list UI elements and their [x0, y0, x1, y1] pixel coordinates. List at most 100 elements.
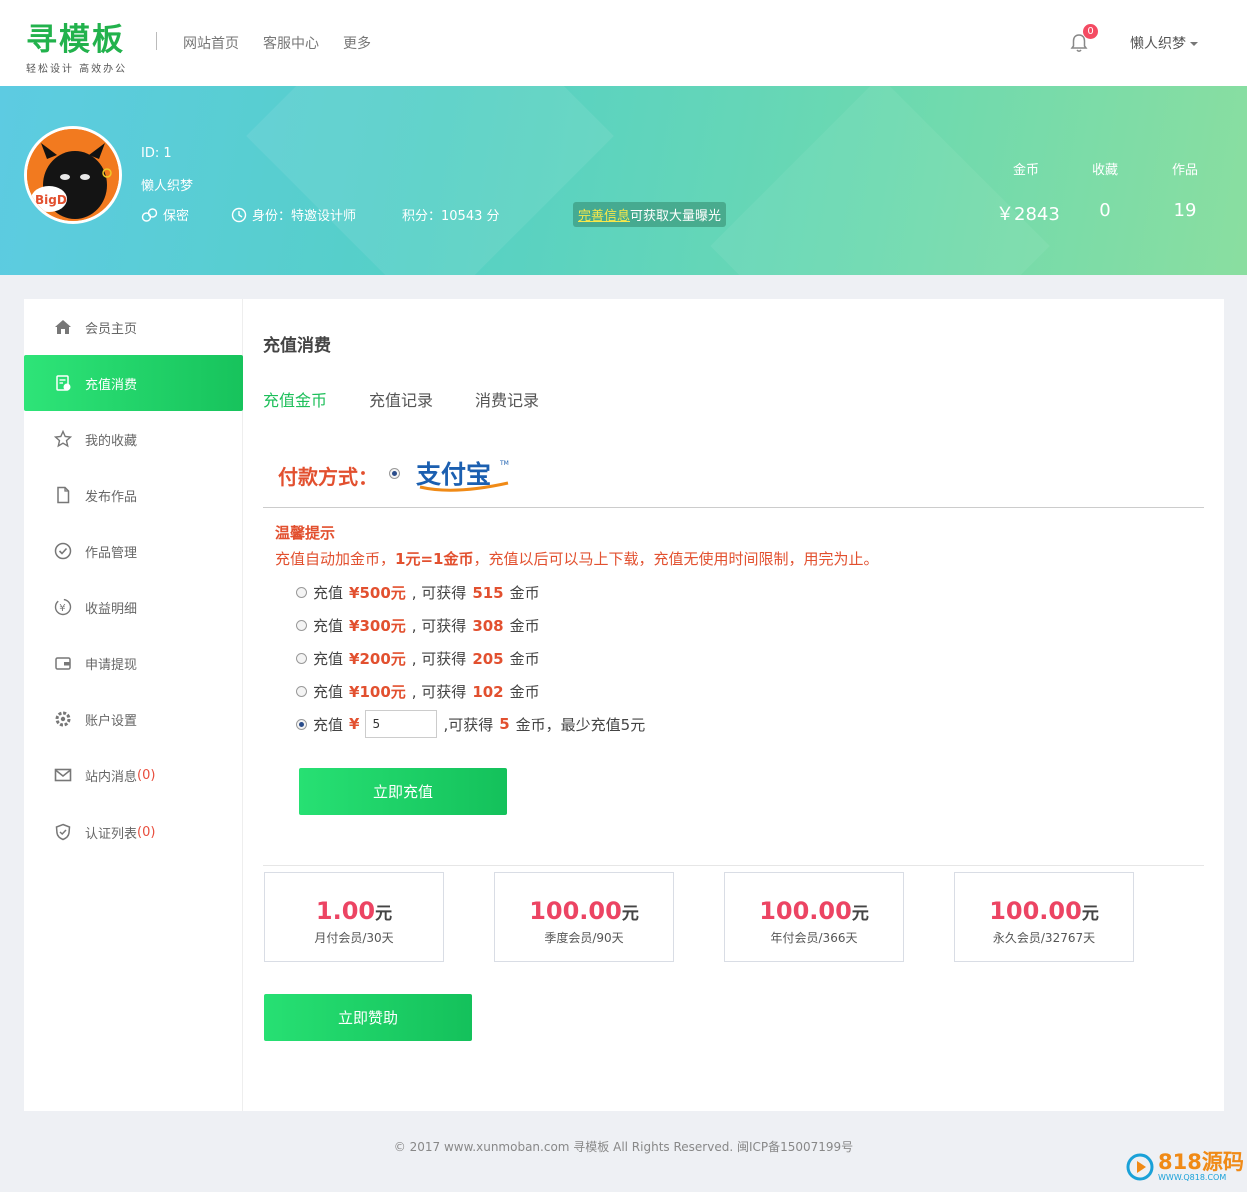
home-icon [54, 318, 72, 336]
alipay-radio[interactable] [389, 468, 400, 479]
option-prefix: 充值 [313, 650, 344, 668]
sidebar-item-settings[interactable]: 账户设置 [24, 691, 243, 747]
user-menu[interactable]: 懒人织梦 [1130, 33, 1198, 53]
points-value: 积分：10543 分 [402, 209, 500, 224]
avatar[interactable]: BigD [24, 126, 122, 224]
sidebar-item-home[interactable]: 会员主页 [24, 299, 243, 355]
plan-card-lifetime[interactable]: 100.00元 永久会员/32767天 [954, 872, 1134, 962]
plan-card-quarterly[interactable]: 100.00元 季度会员/90天 [494, 872, 674, 962]
profile-name: 懒人织梦 [141, 179, 194, 194]
option-radio[interactable] [296, 686, 307, 697]
user-name: 懒人织梦 [1130, 36, 1186, 52]
sidebar-item-label: 认证列表 [85, 826, 138, 842]
check-circle-icon [54, 542, 72, 560]
bill-icon [54, 374, 72, 392]
option-coins: 515 [472, 583, 504, 602]
logo-divider [156, 32, 157, 50]
user-id: ID: 1 [141, 146, 172, 161]
sidebar-item-income[interactable]: ¥ 收益明细 [24, 579, 243, 635]
tab-recharge-records[interactable]: 充值记录 [369, 387, 433, 411]
main-panel: 会员主页 充值消费 我的收藏 发布作品 作品管理 ¥ 收益明细 申请提现 账户设… [24, 299, 1224, 1111]
tip-title: 温馨提示 [275, 524, 336, 542]
sponsor-button[interactable]: 立即赞助 [264, 994, 472, 1041]
svg-text:TM: TM [499, 460, 509, 467]
identity-field: 身份：特邀设计师 [231, 205, 356, 224]
certification-count: (0) [137, 824, 156, 840]
message-count: (0) [137, 767, 156, 783]
caret-down-icon [1190, 42, 1198, 46]
sidebar-item-certification[interactable]: 认证列表 (0) [24, 804, 243, 860]
star-icon [54, 430, 72, 448]
plan-card-yearly[interactable]: 100.00元 年付会员/366天 [724, 872, 904, 962]
sidebar-item-label: 我的收藏 [85, 433, 138, 449]
nav-service[interactable]: 客服中心 [263, 33, 319, 53]
sidebar-item-label: 会员主页 [85, 321, 138, 337]
option-coins: 308 [472, 616, 504, 635]
option-unit: 金币 [509, 650, 540, 668]
payment-method-label: 付款方式： [278, 465, 378, 489]
recharge-option-500[interactable]: 充值 ¥500元 , 可获得 515 金币 [296, 582, 540, 603]
notification-badge: 0 [1083, 24, 1098, 39]
recharge-option-300[interactable]: 充值 ¥300元 , 可获得 308 金币 [296, 615, 540, 636]
shield-icon [54, 823, 72, 841]
complete-info-link[interactable]: 完善信息 [578, 209, 630, 224]
recharge-button[interactable]: 立即充值 [299, 768, 507, 815]
tab-recharge-coins[interactable]: 充值金币 [263, 387, 327, 411]
plan-card-monthly[interactable]: 1.00元 月付会员/30天 [264, 872, 444, 962]
option-unit: 金币 [509, 683, 540, 701]
sidebar-item-withdraw[interactable]: 申请提现 [24, 635, 243, 691]
sidebar-item-favorites[interactable]: 我的收藏 [24, 411, 243, 467]
gender-icon [141, 207, 158, 222]
gear-icon [54, 710, 72, 728]
alipay-logo-text: 支付宝 [416, 460, 491, 489]
watermark-text: 818源码 [1158, 1150, 1244, 1174]
profile-banner: BigD ID: 1 懒人织梦 保密 身份：特邀设计师 积分：10543 分 完… [0, 86, 1247, 275]
alipay-logo[interactable]: 支付宝 TM [414, 457, 514, 493]
sidebar-item-recharge[interactable]: 充值消费 [24, 355, 243, 411]
recharge-option-custom[interactable]: 充值 ¥ ,可获得 5 金币，最少充值5元 [296, 710, 645, 738]
tip-text-part: ，充值以后可以马上下载，充值无使用时间限制，用完为止。 [473, 550, 879, 568]
tab-consume-records[interactable]: 消费记录 [475, 387, 539, 411]
stat-favorites: 收藏 0 [1081, 159, 1129, 221]
tip-text: 充值自动加金币，1元=1金币，充值以后可以马上下载，充值无使用时间限制，用完为止… [275, 548, 878, 569]
tip-text-part: 充值自动加金币， [275, 550, 396, 568]
plan-unit: 元 [851, 904, 869, 924]
option-radio[interactable] [296, 653, 307, 664]
gender-field: 保密 [141, 205, 189, 224]
avatar-image: BigD [27, 129, 119, 221]
sidebar-item-works[interactable]: 作品管理 [24, 523, 243, 579]
watermark-url: WWW.Q818.COM [1158, 1173, 1227, 1182]
option-mid: ,可获得 [443, 715, 494, 734]
custom-amount-input[interactable] [365, 710, 438, 738]
plan-unit: 元 [621, 904, 639, 924]
sidebar-item-messages[interactable]: 站内消息 (0) [24, 747, 243, 803]
option-radio[interactable] [296, 587, 307, 598]
plan-price: 100.00 [989, 897, 1082, 925]
stat-value: 19 [1173, 200, 1197, 221]
option-prefix: 充值 [313, 584, 344, 602]
plan-name: 季度会员/90天 [544, 931, 624, 945]
option-mid: , 可获得 [411, 584, 467, 602]
option-coins: 102 [472, 682, 504, 701]
yen-circle-icon: ¥ [54, 598, 72, 616]
nav-home[interactable]: 网站首页 [183, 33, 239, 53]
recharge-option-200[interactable]: 充值 ¥200元 , 可获得 205 金币 [296, 648, 540, 669]
recharge-option-100[interactable]: 充值 ¥100元 , 可获得 102 金币 [296, 681, 540, 702]
stat-coins: 金币 ￥2843 [996, 159, 1060, 226]
option-unit: 金币 [509, 617, 540, 635]
option-radio[interactable] [296, 718, 307, 730]
sidebar-item-publish[interactable]: 发布作品 [24, 467, 243, 523]
nav-more[interactable]: 更多 [343, 33, 371, 53]
footer-copyright: © 2017 www.xunmoban.com 寻模板 All Rights R… [393, 1140, 854, 1154]
sidebar-item-label: 收益明细 [85, 601, 138, 617]
option-mid: , 可获得 [411, 683, 467, 701]
gender-value: 保密 [163, 209, 190, 224]
option-prefix: 充值 [313, 617, 344, 635]
option-amount: ¥200元 [349, 650, 406, 668]
option-radio[interactable] [296, 620, 307, 631]
play-logo-icon [1126, 1153, 1154, 1180]
site-logo[interactable]: 寻模板 轻松设计 高效办公 [26, 22, 127, 75]
option-prefix: 充值 [313, 683, 344, 701]
logo-slogan: 轻松设计 高效办公 [26, 64, 128, 75]
sidebar-item-label: 站内消息 [85, 769, 138, 785]
